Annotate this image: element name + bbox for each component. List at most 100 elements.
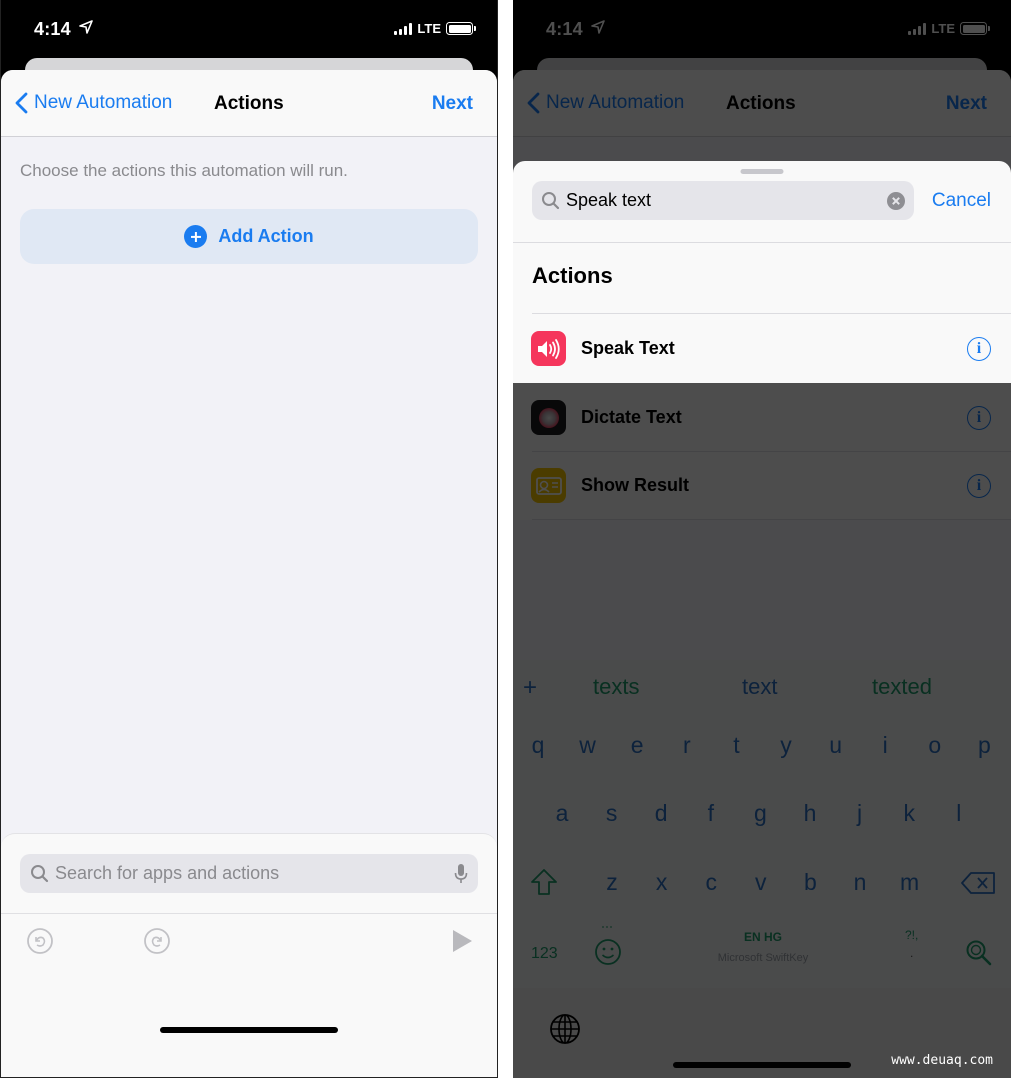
search-icon: [31, 865, 49, 883]
key-e[interactable]: e: [631, 732, 644, 759]
key-n[interactable]: n: [854, 869, 867, 896]
key-s[interactable]: s: [606, 800, 618, 827]
status-indicators: LTE: [908, 21, 990, 36]
key-h[interactable]: h: [804, 800, 817, 827]
chevron-left-icon: [527, 92, 540, 114]
next-button[interactable]: Next: [946, 93, 987, 115]
key-k[interactable]: k: [903, 800, 915, 827]
back-button[interactable]: New Automation: [527, 92, 684, 114]
key-j[interactable]: j: [857, 800, 862, 827]
key-y[interactable]: y: [780, 732, 792, 759]
page-title: Actions: [726, 93, 796, 114]
undo-icon[interactable]: [26, 927, 54, 955]
period-label: .: [910, 946, 914, 960]
redo-icon[interactable]: [143, 927, 171, 955]
back-label: New Automation: [546, 92, 685, 113]
status-bar: 4:14 LTE: [1, 0, 497, 58]
chevron-left-icon: [15, 92, 28, 114]
result-row-speak-text[interactable]: Speak Text i: [513, 314, 1011, 383]
status-bar: 4:14 LTE: [513, 0, 1011, 58]
search-input[interactable]: [566, 190, 887, 211]
home-indicator: [673, 1062, 851, 1068]
battery-icon: [960, 22, 990, 35]
suggestion-bar: + texts text texted: [513, 674, 1011, 704]
search-icon: [542, 192, 560, 210]
sheet-grabber[interactable]: [740, 169, 784, 174]
speaker-icon: [531, 331, 566, 366]
status-time: 4:14: [546, 19, 583, 39]
numbers-key[interactable]: 123: [531, 945, 558, 963]
navigation-bar: New Automation Actions Next: [1, 70, 497, 137]
key-f[interactable]: f: [708, 800, 714, 827]
clear-search-icon[interactable]: [887, 191, 905, 210]
instruction-text: Choose the actions this automation will …: [20, 161, 348, 180]
empty-area: [513, 520, 1011, 660]
location-arrow-icon: [591, 20, 605, 34]
key-u[interactable]: u: [829, 732, 842, 759]
plus-circle-icon: [184, 225, 208, 248]
dictate-icon: [531, 400, 566, 435]
add-word-button[interactable]: +: [523, 674, 537, 702]
key-q[interactable]: q: [532, 732, 545, 759]
key-g[interactable]: g: [754, 800, 767, 827]
search-bar[interactable]: [20, 854, 478, 893]
result-label: Show Result: [581, 475, 690, 495]
space-bar[interactable]: EN HG Microsoft SwiftKey: [693, 930, 833, 964]
back-label: New Automation: [34, 92, 173, 113]
next-button[interactable]: Next: [432, 93, 473, 115]
result-label: Dictate Text: [581, 407, 682, 427]
punct-label: ?!,: [905, 928, 919, 942]
divider: [513, 242, 1011, 243]
network-type: LTE: [417, 21, 441, 36]
search-sheet: Cancel Actions Speak Text i: [513, 161, 1011, 383]
key-a[interactable]: a: [556, 800, 569, 827]
key-o[interactable]: o: [928, 732, 941, 759]
left-phone-screen: 4:14 LTE New Automation Actions Next Cho…: [0, 0, 498, 1078]
keyboard-brand: Microsoft SwiftKey: [717, 952, 809, 964]
search-input[interactable]: [55, 863, 454, 884]
key-v[interactable]: v: [755, 869, 767, 896]
search-bar[interactable]: [532, 181, 914, 220]
info-icon[interactable]: i: [967, 473, 991, 498]
watermark: www.deuaq.com: [891, 1053, 993, 1068]
backspace-icon[interactable]: [961, 872, 995, 894]
signal-icon: [394, 22, 413, 35]
status-time: 4:14: [34, 19, 71, 39]
info-icon[interactable]: i: [967, 405, 991, 430]
result-row-dictate-text[interactable]: Dictate Text i: [513, 383, 1011, 452]
search-key-icon[interactable]: [965, 939, 993, 967]
shift-icon[interactable]: [530, 868, 558, 896]
key-p[interactable]: p: [978, 732, 991, 759]
play-icon[interactable]: [451, 929, 473, 953]
navigation-bar: New Automation Actions Next: [513, 70, 1011, 137]
location-arrow-icon: [79, 20, 93, 34]
suggestion-3[interactable]: texted: [872, 674, 932, 700]
cancel-button[interactable]: Cancel: [932, 190, 991, 212]
page-title: Actions: [214, 93, 284, 114]
microphone-icon[interactable]: [454, 863, 468, 885]
punctuation-key[interactable]: ?!, .: [905, 928, 918, 960]
key-m[interactable]: m: [900, 869, 919, 896]
emoji-icon[interactable]: [593, 925, 623, 967]
result-row-show-result[interactable]: Show Result i: [513, 451, 1011, 520]
key-l[interactable]: l: [956, 800, 961, 827]
key-t[interactable]: t: [733, 732, 739, 759]
battery-icon: [446, 22, 476, 35]
key-w[interactable]: w: [579, 732, 596, 759]
back-button[interactable]: New Automation: [15, 92, 172, 114]
suggestion-2[interactable]: text: [742, 674, 777, 700]
keyboard: + texts text texted q w e r t y u i o p a s d f g h j k l…: [513, 660, 1011, 1078]
result-label: Speak Text: [581, 338, 675, 358]
globe-icon[interactable]: [549, 1013, 581, 1045]
info-icon[interactable]: i: [967, 336, 991, 361]
key-r[interactable]: r: [683, 732, 691, 759]
add-action-label: Add Action: [218, 226, 314, 246]
key-d[interactable]: d: [655, 800, 668, 827]
suggestion-1[interactable]: texts: [593, 674, 639, 700]
add-action-button[interactable]: Add Action: [20, 209, 478, 264]
key-i[interactable]: i: [883, 732, 888, 759]
key-x[interactable]: x: [656, 869, 668, 896]
key-z[interactable]: z: [606, 869, 618, 896]
key-b[interactable]: b: [804, 869, 817, 896]
key-c[interactable]: c: [705, 869, 717, 896]
